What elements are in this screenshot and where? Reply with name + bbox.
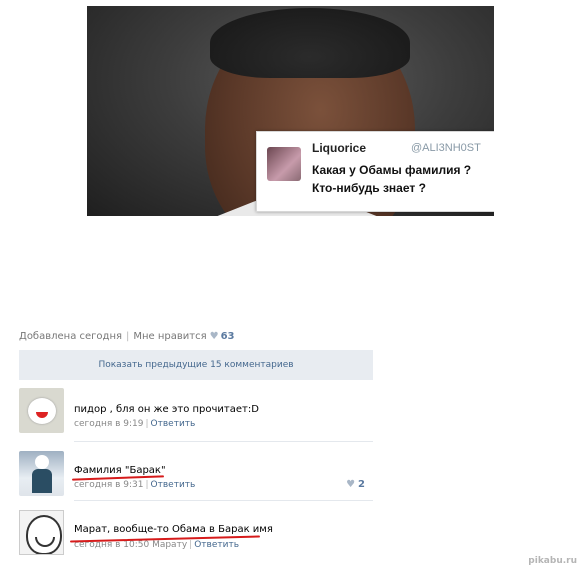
heart-icon[interactable]: ♥	[210, 331, 219, 342]
avatar[interactable]	[19, 510, 64, 555]
heart-icon: ♥	[346, 479, 356, 490]
watermark: pikabu.ru	[528, 556, 577, 566]
footer-separator: |	[189, 540, 193, 550]
comment-footer: сегодня в 9:31 | Ответить	[74, 480, 195, 490]
person-head-icon	[35, 455, 49, 469]
meta-separator: |	[126, 331, 130, 342]
reply-link[interactable]: Ответить	[194, 540, 239, 550]
meme-face-icon	[26, 515, 62, 554]
comment-divider	[74, 441, 373, 442]
footer-separator: |	[145, 419, 149, 429]
footer-separator: |	[145, 480, 149, 490]
comment-time[interactable]: сегодня в 9:31	[74, 480, 143, 490]
person-body-icon	[32, 469, 52, 493]
comment-time[interactable]: сегодня в 9:19	[74, 419, 143, 429]
reply-link[interactable]: Ответить	[151, 419, 196, 429]
tweet-card: Liquorice @ALI3NH0ST Какая у Обамы фамил…	[256, 131, 494, 212]
avatar[interactable]	[19, 388, 64, 433]
comment-footer: сегодня в 9:19 | Ответить	[74, 419, 195, 429]
added-label: Добавлена сегодня	[19, 331, 122, 342]
avatar[interactable]	[19, 451, 64, 496]
show-previous-comments-button[interactable]: Показать предыдущие 15 комментариев	[19, 350, 373, 380]
tweet-author-name: Liquorice	[312, 141, 367, 155]
tweet-author-handle: @ALI3NH0ST	[411, 142, 481, 154]
like-count: 63	[220, 331, 235, 342]
comment-like-count: 2	[358, 479, 365, 490]
comment-text: пидор , бля он же это прочитает:D	[74, 404, 259, 415]
portrait-hair	[210, 8, 410, 78]
tweet-text-line-2: Кто-нибудь знает ?	[312, 181, 426, 195]
snowman-face-icon	[28, 398, 56, 424]
comment-text: Фамилия "Барак"	[74, 465, 166, 476]
post-meta: Добавлена сегодня | Мне нравится ♥ 63	[19, 331, 235, 342]
post-image[interactable]: Liquorice @ALI3NH0ST Какая у Обамы фамил…	[87, 6, 494, 216]
comment-divider	[74, 500, 373, 501]
comment-text: Марат, вообще-то Обама в Барак имя	[74, 524, 273, 535]
comment-like-button[interactable]: ♥ 2	[346, 479, 365, 490]
tweet-text-line-1: Какая у Обамы фамилия ?	[312, 163, 472, 177]
tweet-avatar	[267, 147, 301, 181]
reply-link[interactable]: Ответить	[151, 480, 196, 490]
like-label[interactable]: Мне нравится	[133, 331, 206, 342]
